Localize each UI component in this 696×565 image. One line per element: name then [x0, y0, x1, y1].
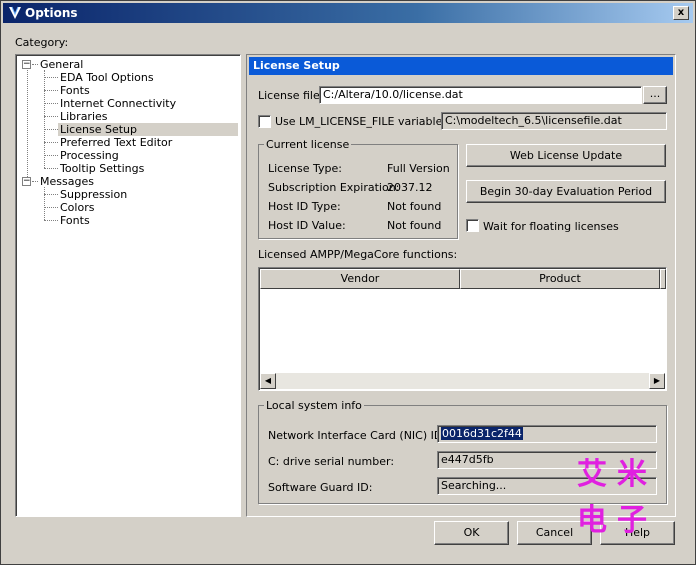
license-setup-panel: License Setup License file: C:/Altera/10… [246, 54, 676, 517]
license-type-label: License Type: [268, 162, 342, 175]
watermark-bottom: 电子 [577, 503, 657, 538]
license-file-input[interactable]: C:/Altera/10.0/license.dat [319, 86, 642, 104]
host-id-type-value: Not found [387, 200, 442, 213]
tree-connector [44, 116, 58, 117]
tree-item[interactable]: Colors [60, 201, 94, 214]
horizontal-scrollbar[interactable]: ◀ ▶ [260, 373, 665, 389]
tree-item-label: Processing [60, 149, 119, 162]
host-id-value-value: Not found [387, 219, 442, 232]
category-label: Category: [15, 36, 69, 49]
lm-license-input[interactable]: C:\modeltech_6.5\licensefile.dat [441, 112, 667, 130]
tree-item-label: Messages [40, 175, 94, 188]
nic-id-value: 0016d31c2f44 [441, 427, 523, 440]
tree-connector [44, 77, 58, 78]
tree-item-label: Fonts [60, 84, 90, 97]
tree-item[interactable]: EDA Tool Options [60, 71, 154, 84]
tree-connector [27, 70, 28, 177]
web-license-update-button[interactable]: Web License Update [466, 144, 666, 167]
tree-item-label: General [40, 58, 84, 71]
tree-item[interactable]: Preferred Text Editor [60, 136, 172, 149]
tree-item[interactable]: Messages [40, 175, 94, 188]
ampp-list[interactable]: Vendor Product ◀ ▶ [258, 267, 667, 391]
tree-connector [32, 181, 38, 182]
close-button[interactable]: x [673, 6, 689, 20]
current-license-group: Current license License Type: Full Versi… [258, 138, 458, 239]
ok-button[interactable]: OK [434, 521, 509, 545]
drive-serial-label: C: drive serial number: [268, 455, 395, 468]
tree-item-label: Colors [60, 201, 95, 214]
tree-item[interactable]: Internet Connectivity [60, 97, 176, 110]
tree-item[interactable]: Libraries [60, 110, 108, 123]
watermark-top: 艾米 [577, 457, 657, 492]
tree-item-label: Libraries [60, 110, 108, 123]
vendor-column-header[interactable]: Vendor [260, 269, 460, 289]
tree-item-label: Preferred Text Editor [60, 136, 173, 149]
wait-floating-label: Wait for floating licenses [483, 220, 619, 233]
app-icon [9, 6, 21, 19]
subscription-expiration-label: Subscription Expiration: [268, 181, 400, 194]
use-lm-license-checkbox[interactable] [258, 115, 271, 128]
tree-connector [44, 187, 45, 220]
tree-item[interactable]: Suppression [60, 188, 127, 201]
begin-evaluation-button[interactable]: Begin 30-day Evaluation Period [466, 180, 666, 203]
tree-item[interactable]: License Setup [58, 123, 238, 136]
use-lm-license-label: Use LM_LICENSE_FILE variable: [275, 115, 447, 128]
subscription-expiration-value: 2037.12 [387, 181, 433, 194]
tree-item[interactable]: Fonts [60, 214, 90, 227]
tree-connector [44, 129, 58, 130]
host-id-type-label: Host ID Type: [268, 200, 341, 213]
collapse-icon[interactable]: − [22, 177, 31, 186]
extra-column-header [660, 269, 666, 289]
category-tree[interactable]: − General EDA Tool Options Fonts Internet Co… [15, 54, 241, 517]
browse-button[interactable]: ... [643, 86, 667, 104]
scroll-right-icon[interactable]: ▶ [649, 373, 665, 389]
license-file-label: License file: [258, 89, 324, 102]
tree-item[interactable]: General [40, 58, 83, 71]
tree-item-label: License Setup [60, 123, 137, 136]
local-system-title: Local system info [264, 399, 364, 412]
tree-item[interactable]: Tooltip Settings [60, 162, 144, 175]
tree-item-label: Suppression [60, 188, 128, 201]
nic-id-input[interactable]: 0016d31c2f44 [437, 425, 657, 443]
title-bar[interactable]: Options x [3, 3, 693, 23]
tree-connector [44, 70, 45, 168]
ampp-label: Licensed AMPP/MegaCore functions: [258, 248, 458, 261]
current-license-title: Current license [264, 138, 352, 151]
tree-item-label: Tooltip Settings [60, 162, 145, 175]
license-type-value: Full Version [387, 162, 450, 175]
tree-connector [44, 168, 58, 169]
tree-connector [44, 142, 58, 143]
tree-item-label: Fonts [60, 214, 90, 227]
scroll-left-icon[interactable]: ◀ [260, 373, 276, 389]
product-column-header[interactable]: Product [460, 269, 660, 289]
wait-floating-checkbox[interactable] [466, 219, 479, 232]
tree-connector [44, 155, 58, 156]
tree-item-label: EDA Tool Options [60, 71, 154, 84]
window-title: Options [25, 6, 78, 20]
tree-connector [44, 207, 58, 208]
tree-connector [44, 194, 58, 195]
software-guard-label: Software Guard ID: [268, 481, 373, 494]
tree-connector [44, 220, 58, 221]
nic-id-label: Network Interface Card (NIC) ID: [268, 429, 447, 442]
tree-connector [32, 64, 38, 65]
tree-item[interactable]: Fonts [60, 84, 90, 97]
tree-connector [44, 90, 58, 91]
collapse-icon[interactable]: − [22, 60, 31, 69]
options-window: Options x Category: − General EDA Tool Opt… [0, 0, 696, 565]
tree-item[interactable]: Processing [60, 149, 119, 162]
host-id-value-label: Host ID Value: [268, 219, 346, 232]
panel-header: License Setup [249, 57, 673, 75]
tree-item-label: Internet Connectivity [60, 97, 177, 110]
tree-connector [44, 103, 58, 104]
